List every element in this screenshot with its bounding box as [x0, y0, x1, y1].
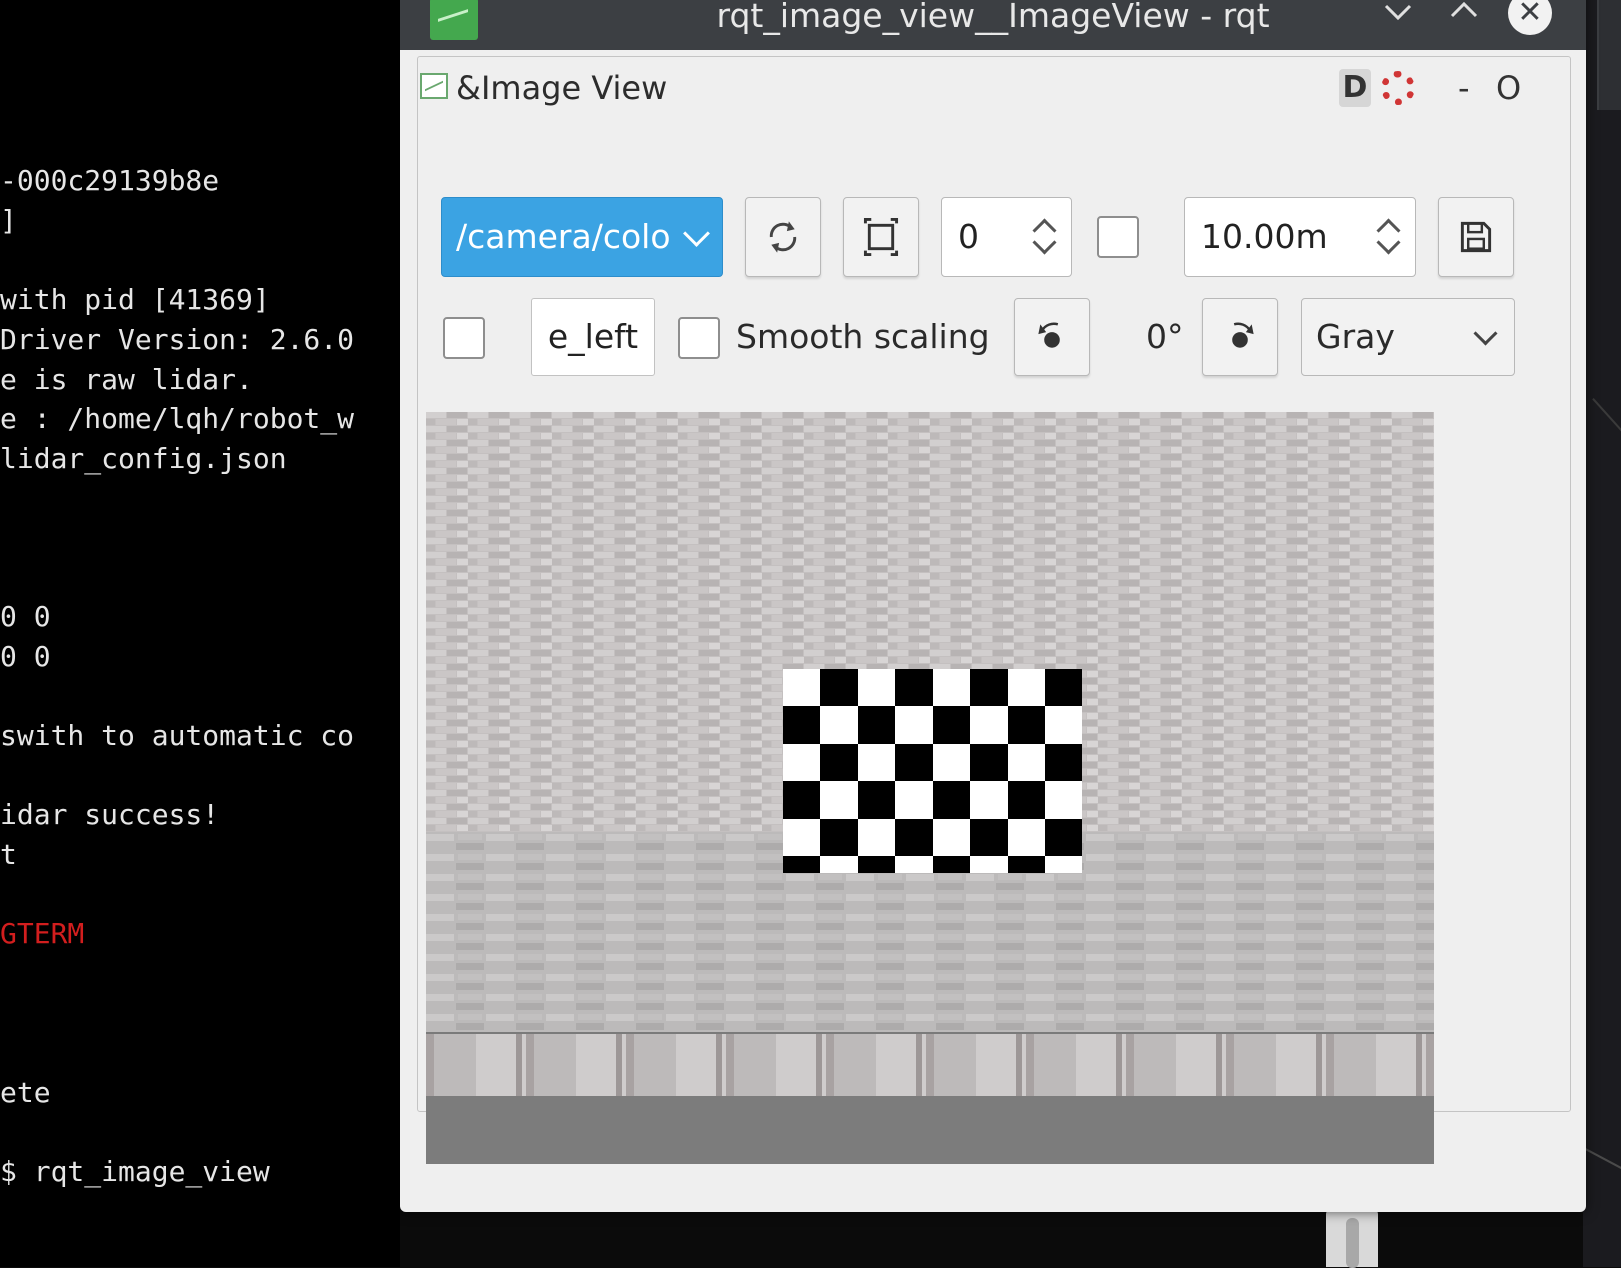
rotate-left-icon — [1038, 322, 1060, 348]
window-titlebar[interactable]: rqt_image_view__ImageView - rqt ✕ — [400, 0, 1586, 50]
background-scroll-handle[interactable] — [1326, 1210, 1378, 1268]
max-range-spinbox[interactable]: 10.00m — [1184, 197, 1416, 277]
dock-minimize-button[interactable]: - — [1458, 67, 1470, 109]
zoom-value: 0 — [958, 217, 979, 256]
terminal-line: e : /home/lqh/robot_w — [0, 402, 355, 435]
maximize-button[interactable] — [1444, 0, 1484, 43]
rotate-right-icon — [1232, 322, 1254, 348]
chevron-down-icon — [1384, 4, 1412, 21]
help-icon[interactable] — [1381, 71, 1415, 105]
zoom-spinbox[interactable]: 0 — [941, 197, 1072, 277]
terminal-line: Driver Version: 2.6.0 — [0, 323, 355, 356]
color-scheme-value: Gray — [1316, 317, 1395, 356]
max-range-value: 10.00m — [1201, 217, 1328, 256]
frame-input[interactable]: e_left — [531, 298, 655, 376]
fit-to-window-icon — [863, 218, 899, 256]
image-view-icon — [420, 73, 448, 99]
background-line — [1592, 398, 1621, 444]
refresh-icon — [769, 221, 797, 253]
terminal-line: ete — [0, 1076, 51, 1109]
smooth-scaling-checkbox[interactable] — [678, 317, 720, 359]
refresh-topics-button[interactable] — [745, 197, 821, 277]
mouse-publish-checkbox[interactable] — [443, 317, 485, 359]
background-panel — [1597, 0, 1621, 110]
color-scheme-select[interactable]: Gray — [1301, 298, 1515, 376]
rotate-right-button[interactable] — [1202, 298, 1278, 376]
chevron-down-icon — [683, 220, 710, 247]
terminal-line: 0 0 — [0, 600, 51, 633]
smooth-scaling-label[interactable]: Smooth scaling — [736, 298, 990, 376]
chevron-down-icon — [1473, 321, 1498, 346]
rotation-label: 0° — [1146, 317, 1184, 356]
image-view-dock: &Image View D - O /camera/colo 0 10.00m … — [417, 56, 1571, 1164]
close-icon: ✕ — [1517, 0, 1543, 30]
rotate-left-button[interactable] — [1014, 298, 1090, 376]
terminal-line-error: GTERM — [0, 917, 85, 950]
camera-image[interactable] — [426, 412, 1434, 1164]
terminal-line: t — [0, 838, 17, 871]
terminal-line: with pid [41369] — [0, 283, 270, 316]
dock-float-button[interactable]: O — [1496, 67, 1521, 109]
fit-to-window-button[interactable] — [843, 197, 919, 277]
terminal-prompt-line: $ rqt_image_view — [0, 1155, 270, 1188]
dock-title: &Image View — [456, 69, 668, 107]
background-app — [1576, 0, 1621, 1267]
camera-image-render — [426, 412, 1434, 1164]
terminal-line: ] — [0, 204, 17, 237]
terminal-line: lidar_config.json — [0, 442, 287, 475]
dock-d-button[interactable]: D — [1339, 69, 1371, 107]
terminal-line: 0 0 — [0, 640, 51, 673]
save-icon — [1460, 221, 1492, 253]
terminal-line: -000c29139b8e — [0, 164, 220, 197]
terminal-line: swith to automatic co — [0, 719, 355, 752]
rqt-window: rqt_image_view__ImageView - rqt ✕ &Image… — [400, 0, 1586, 1212]
chevron-up-icon — [1450, 1, 1478, 18]
save-image-button[interactable] — [1438, 197, 1514, 277]
terminal-line: idar success! — [0, 798, 220, 831]
topic-select-value: /camera/colo — [456, 217, 671, 256]
topic-select[interactable]: /camera/colo — [441, 197, 723, 277]
terminal-window: -000c29139b8e ] with pid [41369] Driver … — [0, 0, 400, 1267]
minimize-button[interactable] — [1378, 0, 1418, 43]
scroll-grip — [1346, 1218, 1359, 1268]
dynamic-range-checkbox[interactable] — [1097, 216, 1139, 258]
terminal-line: e is raw lidar. — [0, 363, 253, 396]
